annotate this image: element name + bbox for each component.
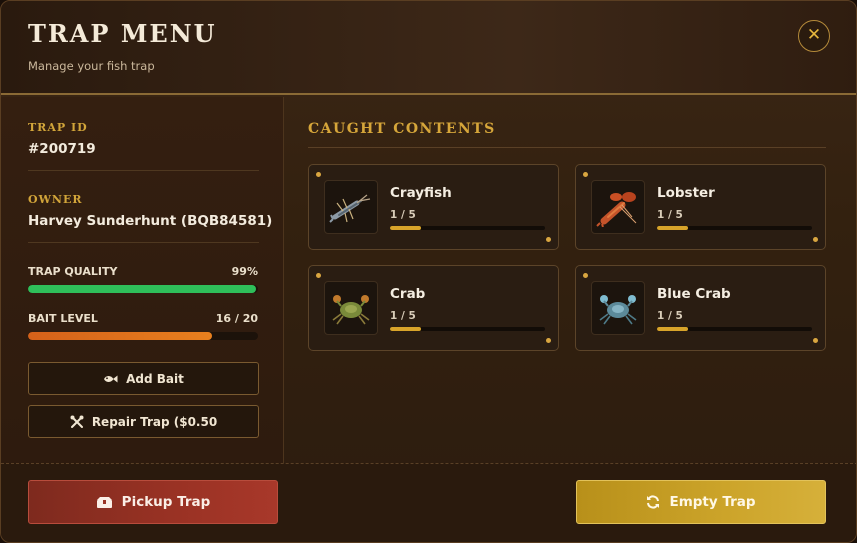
catch-card-blue-crab[interactable]: Blue Crab 1 / 5 <box>575 265 826 351</box>
catch-card-lobster[interactable]: Lobster 1 / 5 <box>575 164 826 250</box>
divider <box>28 242 259 243</box>
card-corner-dot <box>546 338 551 343</box>
box-icon <box>96 496 112 508</box>
lobster-thumb <box>591 180 645 234</box>
crayfish-thumb <box>324 180 378 234</box>
catch-count: 1 / 5 <box>390 310 416 322</box>
header: TRAP MENU Manage your fish trap ✕ <box>1 1 856 95</box>
catch-name: Crab <box>390 286 426 302</box>
trap-quality-value: 99% <box>231 265 258 278</box>
card-corner-dot <box>583 172 588 177</box>
lobster-icon <box>596 192 637 227</box>
catch-name: Blue Crab <box>657 286 731 302</box>
catch-card-crayfish[interactable]: Crayfish 1 / 5 <box>308 164 559 250</box>
fish-icon <box>104 375 118 382</box>
trap-quality-bar <box>28 285 258 293</box>
card-corner-dot <box>546 237 551 242</box>
catch-count: 1 / 5 <box>657 310 683 322</box>
blue-crab-icon <box>599 295 637 325</box>
footer-actions: Pickup Trap Empty Trap <box>1 463 856 542</box>
catch-count: 1 / 5 <box>390 209 416 221</box>
catch-card-crab[interactable]: Crab 1 / 5 <box>308 265 559 351</box>
catch-name: Lobster <box>657 185 715 201</box>
blue-crab-thumb <box>591 281 645 335</box>
crab-icon <box>332 295 370 325</box>
catch-name: Crayfish <box>390 185 452 201</box>
trap-id-value: #200719 <box>28 141 96 157</box>
catch-progress-fill <box>390 327 421 331</box>
crayfish-icon <box>329 194 371 223</box>
empty-trap-label: Empty Trap <box>669 494 756 510</box>
catch-progress-fill <box>390 226 421 230</box>
catch-progress-fill <box>657 226 688 230</box>
catch-count: 1 / 5 <box>657 209 683 221</box>
catch-progress-fill <box>657 327 688 331</box>
refresh-icon <box>647 495 660 509</box>
add-bait-button[interactable]: Add Bait <box>28 362 259 395</box>
crab-thumb <box>324 281 378 335</box>
divider <box>28 170 259 171</box>
repair-trap-label: Repair Trap ($0.50 <box>91 414 218 429</box>
page-title: TRAP MENU <box>28 19 217 48</box>
owner-label: OWNER <box>28 193 83 206</box>
trap-quality-label: TRAP QUALITY <box>28 265 118 278</box>
card-corner-dot <box>316 172 321 177</box>
repair-trap-button[interactable]: Repair Trap ($0.50 <box>28 405 259 438</box>
catch-progress-bar <box>657 327 812 331</box>
card-corner-dot <box>583 273 588 278</box>
caught-contents-section: CAUGHT CONTENTS Crayfish 1 / 5 Lobster 1… <box>285 97 856 463</box>
catch-progress-bar <box>657 226 812 230</box>
pickup-trap-button[interactable]: Pickup Trap <box>28 480 278 524</box>
bait-level-bar <box>28 332 258 340</box>
page-subtitle: Manage your fish trap <box>28 59 155 73</box>
trap-menu-panel: TRAP MENU Manage your fish trap ✕ TRAP I… <box>0 0 857 543</box>
trap-quality-fill <box>28 285 256 293</box>
divider <box>308 147 826 148</box>
empty-trap-button[interactable]: Empty Trap <box>576 480 826 524</box>
bait-level-label: BAIT LEVEL <box>28 312 98 325</box>
catch-progress-bar <box>390 327 545 331</box>
card-corner-dot <box>316 273 321 278</box>
caught-contents-title: CAUGHT CONTENTS <box>308 121 496 137</box>
trap-id-label: TRAP ID <box>28 121 88 134</box>
wrench-screwdriver-icon <box>70 415 84 428</box>
bait-level-fill <box>28 332 212 340</box>
pickup-trap-label: Pickup Trap <box>121 494 211 510</box>
bait-level-value: 16 / 20 <box>215 312 258 325</box>
close-icon: ✕ <box>806 25 822 45</box>
catch-progress-bar <box>390 226 545 230</box>
owner-value: Harvey Sunderhunt (BQB84581) <box>28 213 273 229</box>
card-corner-dot <box>813 338 818 343</box>
add-bait-label: Add Bait <box>126 371 184 386</box>
close-button[interactable]: ✕ <box>798 20 830 52</box>
card-corner-dot <box>813 237 818 242</box>
trap-info-sidebar: TRAP ID #200719 OWNER Harvey Sunderhunt … <box>1 97 284 463</box>
